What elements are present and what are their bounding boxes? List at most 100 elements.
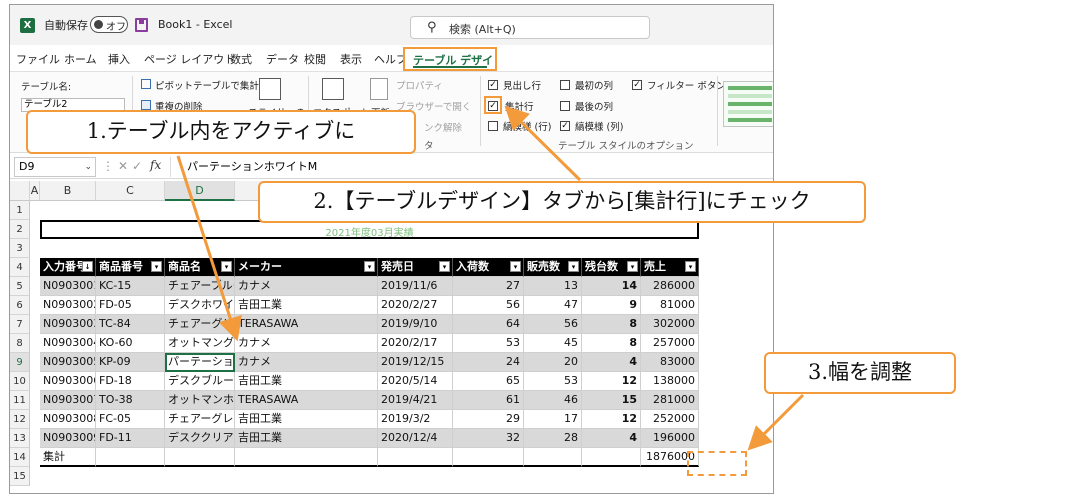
table-cell[interactable]: 45 [524, 334, 582, 353]
total-row-cell[interactable] [378, 448, 453, 467]
table-cell[interactable]: N0903003 [40, 315, 96, 334]
filter-dropdown-icon[interactable]: ▾ [510, 261, 521, 272]
tab-table-design[interactable]: テーブル デザイン [403, 47, 497, 83]
table-cell[interactable]: 17 [524, 410, 582, 429]
row-header-3[interactable]: 3 [10, 239, 30, 258]
column-header-a[interactable]: A [30, 181, 40, 201]
table-cell[interactable]: TERASAWA [235, 391, 378, 410]
table-cell[interactable]: N0903001 [40, 277, 96, 296]
table-cell[interactable]: 2019/9/10 [378, 315, 453, 334]
table-header-cell[interactable]: メーカー ▾ [235, 258, 378, 277]
table-cell[interactable]: 83000 [641, 353, 699, 372]
table-cell[interactable]: KP-09 [96, 353, 165, 372]
table-cell[interactable]: 46 [524, 391, 582, 410]
save-icon[interactable] [135, 18, 148, 32]
tab-insert[interactable]: 挿入 [108, 51, 130, 67]
table-cell[interactable]: 8 [582, 334, 641, 353]
table-cell[interactable]: 53 [453, 334, 524, 353]
total-row-cell[interactable] [453, 448, 524, 467]
table-cell[interactable]: パーテーションホワイトM [165, 353, 235, 372]
cancel-enter-icons[interactable]: ⋮✕✓ [102, 159, 146, 173]
table-cell[interactable]: 8 [582, 315, 641, 334]
table-styles-gallery[interactable] [723, 81, 773, 127]
table-cell[interactable]: 2019/11/6 [378, 277, 453, 296]
table-header-cell[interactable]: 残台数 ▾ [582, 258, 641, 277]
table-header-cell[interactable]: 商品番号 ▾ [96, 258, 165, 277]
table-cell[interactable]: 吉田工業 [235, 372, 378, 391]
table-cell[interactable]: 吉田工業 [235, 296, 378, 315]
tab-home[interactable]: ホーム [64, 51, 97, 67]
insert-function-icon[interactable]: fx [150, 158, 161, 172]
tab-data[interactable]: データ [266, 51, 299, 67]
table-cell[interactable]: 64 [453, 315, 524, 334]
table-header-cell[interactable]: 入荷数 ▾ [453, 258, 524, 277]
table-cell[interactable]: カナメ [235, 334, 378, 353]
table-cell[interactable]: FD-05 [96, 296, 165, 315]
total-row-cell[interactable] [96, 448, 165, 467]
filter-button-checkbox[interactable]: ✓ [632, 80, 642, 90]
table-cell[interactable]: 4 [582, 429, 641, 448]
table-cell[interactable]: TERASAWA [235, 315, 378, 334]
table-cell[interactable]: チェアーブルーS [165, 277, 235, 296]
row-header-14[interactable]: 14 [10, 448, 30, 467]
table-cell[interactable]: 2019/4/21 [378, 391, 453, 410]
table-cell[interactable]: 9 [582, 296, 641, 315]
filter-dropdown-icon[interactable]: ▾ [685, 261, 696, 272]
row-header-5[interactable]: 5 [10, 277, 30, 296]
table-cell[interactable]: チェアーグレーM [165, 315, 235, 334]
table-cell[interactable]: 302000 [641, 315, 699, 334]
table-cell[interactable]: 65 [453, 372, 524, 391]
total-row-cell[interactable] [235, 448, 378, 467]
table-header-cell[interactable]: 商品名 ▾ [165, 258, 235, 277]
table-cell[interactable]: N0903009 [40, 429, 96, 448]
table-cell[interactable]: 2020/2/17 [378, 334, 453, 353]
row-header-9[interactable]: 9 [10, 353, 30, 372]
unlink-button[interactable]: ンク解除 [424, 120, 462, 134]
table-cell[interactable]: 20 [524, 353, 582, 372]
column-header-d[interactable]: D [165, 181, 235, 201]
table-cell[interactable]: 138000 [641, 372, 699, 391]
table-cell[interactable]: カナメ [235, 277, 378, 296]
filter-dropdown-icon[interactable]: ▾ [627, 261, 638, 272]
properties-button[interactable]: プロパティ [396, 78, 443, 92]
table-cell[interactable]: 27 [453, 277, 524, 296]
filter-dropdown-icon[interactable]: ▾ [364, 261, 375, 272]
column-header-c[interactable]: C [96, 181, 165, 201]
total-row-cell[interactable] [524, 448, 582, 467]
table-cell[interactable]: N0903004 [40, 334, 96, 353]
table-cell[interactable]: 196000 [641, 429, 699, 448]
table-cell[interactable]: 252000 [641, 410, 699, 429]
filter-dropdown-icon[interactable]: ▾ [151, 261, 162, 272]
table-cell[interactable]: 32 [453, 429, 524, 448]
table-cell[interactable]: TO-38 [96, 391, 165, 410]
total-row-cell[interactable] [582, 448, 641, 467]
row-header-6[interactable]: 6 [10, 296, 30, 315]
table-cell[interactable]: 2019/3/2 [378, 410, 453, 429]
table-cell[interactable]: 2019/12/15 [378, 353, 453, 372]
table-cell[interactable]: N0903006 [40, 372, 96, 391]
tab-review[interactable]: 校閲 [304, 51, 326, 67]
filter-dropdown-icon[interactable]: ▾ [568, 261, 579, 272]
banded-rows-checkbox[interactable] [488, 121, 498, 131]
total-label-cell[interactable]: 集計 [40, 448, 96, 467]
table-cell[interactable]: N0903002 [40, 296, 96, 315]
table-cell[interactable]: 47 [524, 296, 582, 315]
total-row-cell[interactable] [165, 448, 235, 467]
table-cell[interactable]: 56 [453, 296, 524, 315]
row-header-10[interactable]: 10 [10, 372, 30, 391]
table-cell[interactable]: 15 [582, 391, 641, 410]
filter-dropdown-icon[interactable]: ▾ [221, 261, 232, 272]
tab-page-layout[interactable]: ページ レイアウト [144, 51, 235, 67]
table-cell[interactable]: オットマングレーL [165, 334, 235, 353]
table-cell[interactable]: 29 [453, 410, 524, 429]
table-cell[interactable]: オットマンホワイトL [165, 391, 235, 410]
row-header-12[interactable]: 12 [10, 410, 30, 429]
filter-dropdown-icon[interactable]: ▾ [439, 261, 450, 272]
tab-view[interactable]: 表示 [340, 51, 362, 67]
table-cell[interactable]: FC-05 [96, 410, 165, 429]
table-cell[interactable]: N0903007 [40, 391, 96, 410]
pivot-summary-button[interactable]: ピボットテーブルで集計 [155, 78, 259, 92]
table-cell[interactable]: カナメ [235, 353, 378, 372]
table-cell[interactable]: 吉田工業 [235, 410, 378, 429]
table-cell[interactable]: 14 [582, 277, 641, 296]
